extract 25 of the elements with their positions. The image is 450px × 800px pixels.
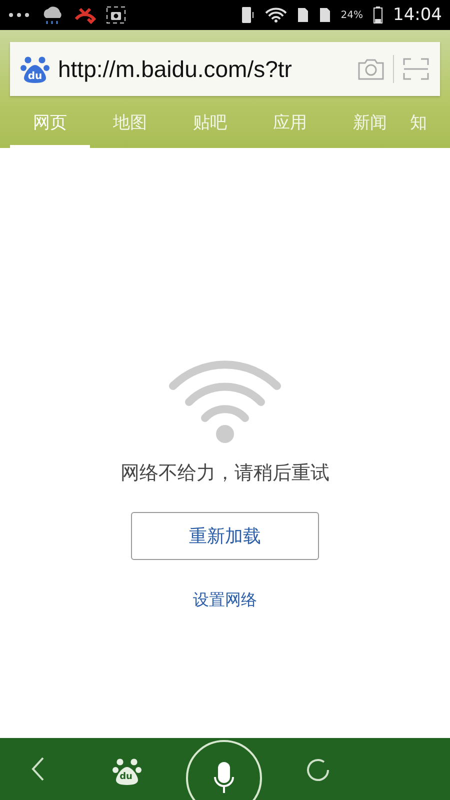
tab[interactable]: 网页 xyxy=(10,100,90,148)
tab[interactable]: 地图 xyxy=(90,100,170,148)
error-message: 网络不给力，请稍后重试 xyxy=(120,461,330,486)
clock: 14:04 xyxy=(393,5,442,25)
wifi-icon xyxy=(264,7,287,23)
screenshot-icon xyxy=(106,6,126,24)
refresh-icon[interactable] xyxy=(304,756,332,784)
dots-icon xyxy=(8,12,30,18)
tab[interactable]: 知 xyxy=(410,100,440,148)
battery-icon xyxy=(373,6,383,24)
network-settings-link[interactable]: 设置网络 xyxy=(193,590,257,611)
voice-button[interactable] xyxy=(186,740,262,800)
battery-percent: 24% xyxy=(340,10,363,20)
back-icon[interactable] xyxy=(30,756,46,782)
url-text: http://m.baidu.com/s?tr xyxy=(58,56,293,82)
sim-icon xyxy=(318,7,331,23)
tab[interactable]: 贴吧 xyxy=(170,100,250,148)
phone-icon xyxy=(240,6,255,24)
sim-icon xyxy=(296,7,309,23)
reload-button[interactable]: 重新加载 xyxy=(131,512,319,560)
tab[interactable]: 新闻 xyxy=(330,100,410,148)
tab[interactable]: 应用 xyxy=(250,100,330,148)
missed-call-icon xyxy=(74,5,96,25)
paw-logo: du xyxy=(20,54,50,84)
microphone-icon xyxy=(213,761,235,795)
